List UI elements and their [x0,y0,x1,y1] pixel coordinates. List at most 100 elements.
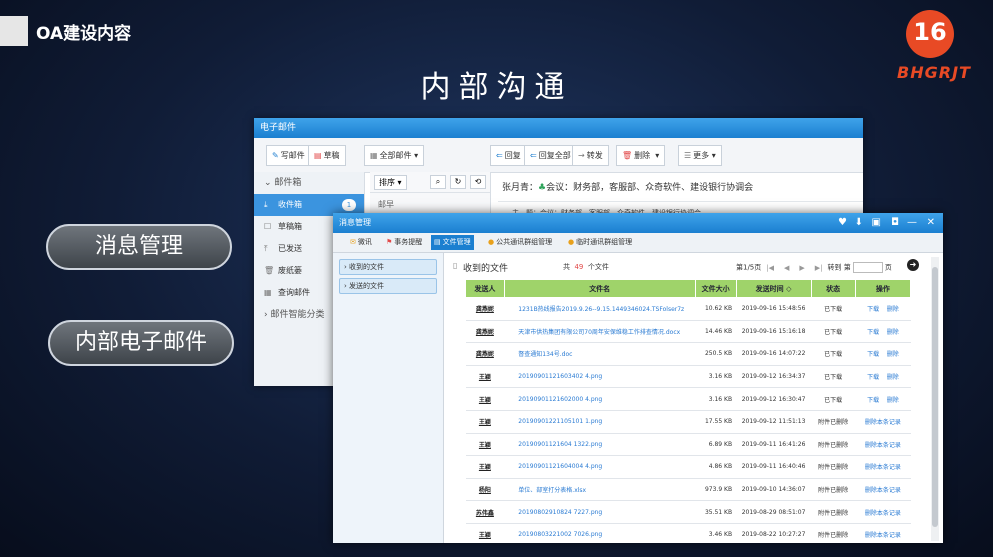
table-row[interactable]: 苏伟鑫 20190802910824 7227.png 35.51 KB 2019-0… [465,500,911,524]
sender-cell[interactable]: 王颖 [465,433,505,457]
tab-weixun[interactable]: ✉ 微讯 [347,235,375,250]
sender-cell[interactable]: 龚燕妮 [465,297,505,321]
last-page-icon[interactable]: ▶| [815,264,823,272]
minimize-icon[interactable]: — [907,213,917,233]
vertical-scrollbar[interactable] [931,257,939,541]
col-size[interactable]: 文件大小 [694,279,737,298]
filename-link[interactable]: 天津市供热集团有限公司70周年安保维稳工作排查情况.docx [504,320,696,344]
download-link[interactable]: 下载 [867,351,879,358]
status-cell: 附件已删除 [811,455,856,479]
delete-link[interactable]: 删除 [887,306,899,313]
go-arrow-icon[interactable]: ➜ [907,259,919,271]
prev-page-icon[interactable]: ◀ [784,264,789,272]
sender-cell[interactable]: 王颖 [465,410,505,434]
col-sender[interactable]: 发送人 [465,279,505,298]
count-value: 49 [574,263,584,271]
reply-button[interactable]: ⇐ 回复 [490,145,527,166]
table-row[interactable]: 王颖 20190901121602000 4.png 3.16 KB 2019-09-… [465,387,911,411]
filename-link[interactable]: 20190901121604004 4.png [504,455,696,479]
delete-record-link[interactable]: 删除本条记录 [855,478,911,502]
page-number-input[interactable] [852,262,883,273]
filename-link[interactable]: 20190901121603402 4.png [504,365,696,389]
sender-cell[interactable]: 王颖 [465,455,505,479]
window-icon[interactable]: ▣ [872,213,881,233]
write-mail-button[interactable]: ✎ 写邮件 [266,145,311,166]
sender-cell[interactable]: 王颖 [465,523,505,543]
filename-link[interactable]: 1231B热线报告2019.9.26--9.15.1449346024.TSFo… [504,297,696,321]
delete-record-link[interactable]: 删除本条记录 [855,410,911,434]
table-row[interactable]: 龚燕妮 督查通知134号.doc 250.5 KB 2019-09-16 14:07:… [465,342,911,366]
sender-cell[interactable]: 龚燕妮 [465,320,505,344]
delete-record-link[interactable]: 删除本条记录 [855,433,911,457]
reply-all-button[interactable]: ⇐ 回复全部 [524,145,577,166]
sender-cell[interactable]: 杨阳 [465,478,505,502]
search-icon[interactable]: ⌕ [430,175,446,189]
nav-received-files[interactable]: › 收到的文件 [339,259,437,275]
filename-link[interactable]: 20190901121602000 4.png [504,387,696,411]
tab-reminder[interactable]: ⚑ 事务提醒 [383,235,425,250]
all-mail-dropdown[interactable]: ▦ 全部邮件 ▾ [364,145,425,166]
delete-record-link[interactable]: 删除本条记录 [855,455,911,479]
delete-record-link[interactable]: 删除本条记录 [855,500,911,524]
col-status[interactable]: 状态 [810,279,856,298]
down-icon[interactable]: ⬇ [855,213,863,233]
table-row[interactable]: 王颖 20190901121603402 4.png 3.16 KB 2019-09-… [465,365,911,389]
mail-sender: 张月青： [502,183,539,193]
col-filename[interactable]: 文件名 [503,279,696,298]
table-row[interactable]: 王颖 20190901121604004 4.png 4.86 KB 2019-09-… [465,455,911,479]
sender-cell[interactable]: 苏伟鑫 [465,500,505,524]
download-link[interactable]: 下载 [867,397,879,404]
delete-record-label[interactable]: 删除本条记录 [865,487,901,494]
draft-button[interactable]: ▤ 草稿 [308,145,346,166]
delete-record-label[interactable]: 删除本条记录 [865,510,901,517]
tab-file-management[interactable]: ▤ 文件管理 [431,235,474,250]
table-row[interactable]: 王颖 20190803221002 7026.png 3.46 KB 2019-08-… [465,523,911,543]
delete-record-label[interactable]: 删除本条记录 [865,532,901,539]
table-row[interactable]: 杨阳 单位、部室打分表格.xlsx 973.9 KB 2019-09-10 14:36… [465,478,911,502]
filename-link[interactable]: 20190803221002 7026.png [504,523,696,543]
sender-cell[interactable]: 王颖 [465,365,505,389]
heart-icon[interactable]: ♥ [838,213,847,233]
filter-icon[interactable]: ⟲ [470,175,486,189]
more-dropdown[interactable]: ☰ 更多 ▾ [678,145,722,166]
col-actions[interactable]: 操作 [854,279,912,298]
size-cell: 6.89 KB [695,433,737,457]
table-row[interactable]: 龚燕妮 1231B热线报告2019.9.26--9.15.1449346024.T… [465,297,911,321]
forward-button[interactable]: → 转发 [572,145,609,166]
table-row[interactable]: 王颖 20190901221105101 1.png 17.55 KB 2019-09… [465,410,911,434]
scrollbar-thumb[interactable] [932,267,938,527]
delete-link[interactable]: 删除 [887,329,899,336]
delete-button[interactable]: 🗑 删除 ▾ [616,145,666,166]
col-time[interactable]: 发送时间 ◇ [735,279,812,298]
filename-link[interactable]: 20190901121604 1322.png [504,433,696,457]
filename-link[interactable]: 督查通知134号.doc [504,342,696,366]
delete-record-label[interactable]: 删除本条记录 [865,464,901,471]
close-icon[interactable]: ✕ [927,213,935,233]
label-internal-email: 内部电子邮件 [48,320,234,366]
delete-link[interactable]: 删除 [887,374,899,381]
table-row[interactable]: 龚燕妮 天津市供热集团有限公司70周年安保维稳工作排查情况.docx 14.46 K… [465,320,911,344]
table-row[interactable]: 王颖 20190901121604 1322.png 6.89 KB 2019-09-… [465,433,911,457]
filename-link[interactable]: 20190802910824 7227.png [504,500,696,524]
tab-public-group[interactable]: ● 公共通讯群组管理 [485,235,555,250]
sender-cell[interactable]: 龚燕妮 [465,342,505,366]
refresh-icon[interactable]: ↻ [450,175,466,189]
filename-link[interactable]: 单位、部室打分表格.xlsx [504,478,696,502]
mailbox-header[interactable]: ⌄ 邮件箱 [254,172,364,194]
tab-temp-group[interactable]: ● 临时通讯群组管理 [565,235,635,250]
delete-record-label[interactable]: 删除本条记录 [865,442,901,449]
delete-link[interactable]: 删除 [887,397,899,404]
download-link[interactable]: 下载 [867,306,879,313]
delete-record-link[interactable]: 删除本条记录 [855,523,911,543]
delete-link[interactable]: 删除 [887,351,899,358]
nav-sent-files[interactable]: › 发送的文件 [339,278,437,294]
sort-dropdown[interactable]: 排序 ▾ [374,175,407,190]
delete-record-label[interactable]: 删除本条记录 [865,419,901,426]
sender-cell[interactable]: 王颖 [465,387,505,411]
filename-link[interactable]: 20190901221105101 1.png [504,410,696,434]
first-page-icon[interactable]: |◀ [766,264,774,272]
next-page-icon[interactable]: ▶ [799,264,804,272]
download-link[interactable]: 下载 [867,374,879,381]
skin-icon[interactable]: ◘ [891,213,899,233]
download-link[interactable]: 下载 [867,329,879,336]
